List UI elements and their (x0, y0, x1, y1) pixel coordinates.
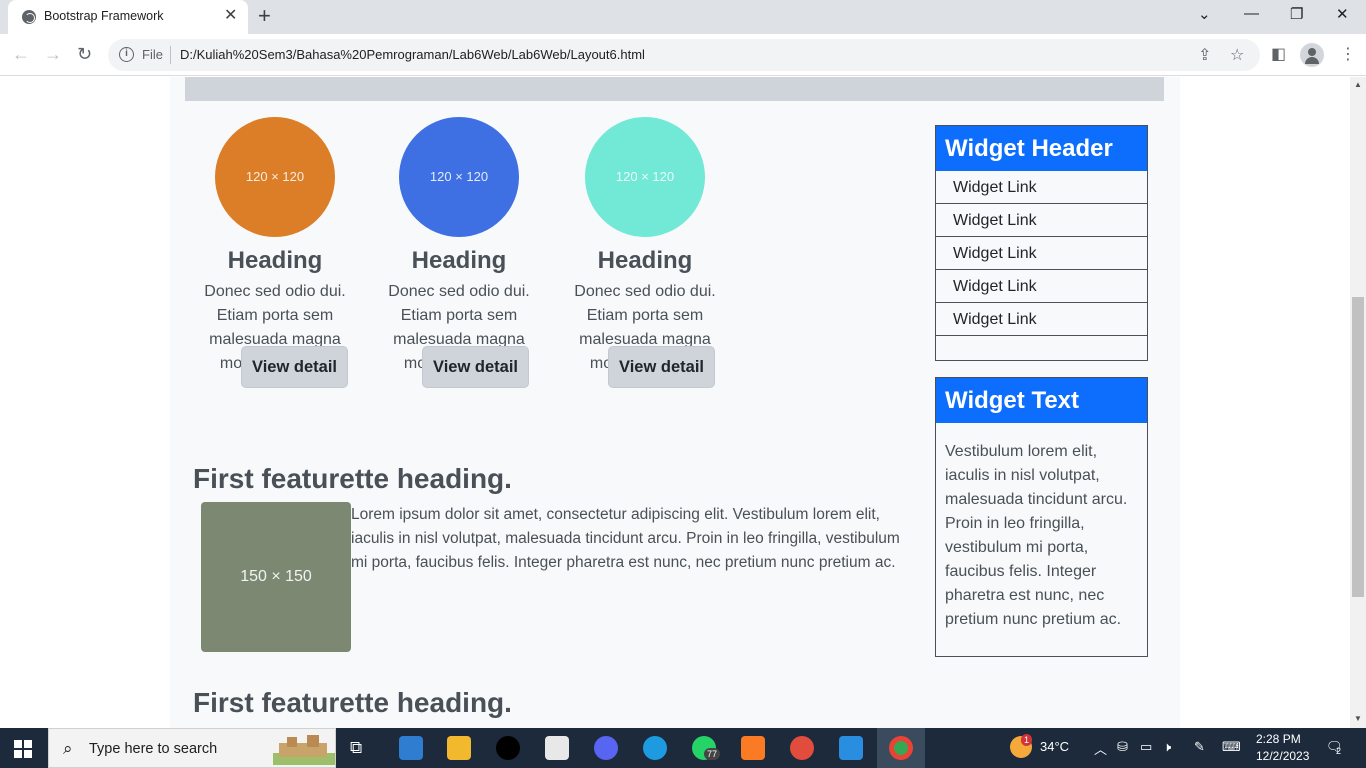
address-bar[interactable]: i File D:/Kuliah%20Sem3/Bahasa%20Pemrogr… (108, 39, 1260, 71)
vscode-icon[interactable] (839, 736, 863, 760)
url-text[interactable]: D:/Kuliah%20Sem3/Bahasa%20Pemrograman/La… (180, 47, 645, 62)
circle-placeholder-image: 120 × 120 (399, 117, 519, 237)
feature-column-2: 120 × 120 Heading Donec sed odio dui. Et… (374, 117, 544, 376)
volume-icon[interactable]: 🕨 (1163, 739, 1171, 755)
notification-count: 2 (1336, 746, 1342, 756)
menu-kebab-icon[interactable]: ⋮ (1340, 44, 1356, 64)
discord-icon[interactable] (594, 736, 618, 760)
widget-text-body: Vestibulum lorem elit, iaculis in nisl v… (945, 443, 1128, 628)
task-view-icon[interactable]: ⧉ (350, 738, 362, 758)
widget-link[interactable]: Widget Link (936, 171, 1147, 204)
search-icon: ⌕ (63, 739, 73, 758)
circle-placeholder-image: 120 × 120 (215, 117, 335, 237)
info-icon[interactable]: i (119, 47, 134, 62)
file-explorer-icon[interactable] (447, 736, 471, 760)
bookmark-star-icon[interactable]: ☆ (1230, 45, 1244, 65)
microsoft-store-icon[interactable] (399, 736, 423, 760)
view-detail-button[interactable]: View detail (422, 346, 529, 388)
minimize-icon[interactable]: — (1244, 5, 1259, 22)
battery-icon[interactable]: ▭ (1140, 739, 1152, 755)
widget-text-title: Widget Text (936, 378, 1147, 423)
clock-date: 12/2/2023 (1256, 749, 1310, 763)
widget-link[interactable]: Widget Link (936, 237, 1147, 270)
search-highlight-illustration (273, 735, 335, 765)
page-container: 120 × 120 Heading Donec sed odio dui. Et… (170, 77, 1180, 728)
widget-link[interactable]: Widget Link (936, 270, 1147, 303)
featurette-placeholder-image: 150 × 150 (201, 502, 351, 652)
omnibox-divider (170, 46, 171, 64)
close-window-icon[interactable]: ✕ (1336, 5, 1349, 23)
share-icon[interactable]: ⇪ (1198, 45, 1211, 65)
xampp-icon[interactable] (741, 736, 765, 760)
profile-avatar-icon[interactable] (1300, 43, 1324, 67)
feature-column-1: 120 × 120 Heading Donec sed odio dui. Et… (190, 117, 360, 376)
widget-link[interactable]: Widget Link (936, 204, 1147, 237)
windows-taskbar: ⌕ Type here to search ⧉ 77 1 34°C ︿ ⛁ ▭ … (0, 728, 1366, 768)
reload-icon[interactable]: ↻ (77, 44, 92, 64)
view-detail-button[interactable]: View detail (608, 346, 715, 388)
whatsapp-badge: 77 (704, 748, 721, 760)
forward-arrow-icon[interactable]: → (44, 44, 62, 64)
windows-start-icon[interactable] (14, 740, 32, 758)
weather-badge: 1 (1021, 734, 1033, 746)
document-app-icon[interactable] (545, 736, 569, 760)
back-arrow-icon[interactable]: ← (12, 44, 30, 64)
widget-header-title: Widget Header (936, 126, 1147, 171)
scrollbar-thumb[interactable] (1352, 297, 1364, 597)
scroll-up-arrow-icon[interactable]: ▲ (1354, 80, 1362, 89)
clock-time: 2:28 PM (1256, 732, 1301, 746)
search-placeholder: Type here to search (89, 741, 218, 757)
browser-tab[interactable]: Bootstrap Framework ✕ (8, 0, 248, 34)
new-tab-button[interactable]: + (258, 4, 271, 28)
featurette-heading: First featurette heading. (193, 463, 512, 494)
pen-icon[interactable]: ✎ (1194, 739, 1205, 755)
featurette-text: Lorem ipsum dolor sit amet, consectetur … (351, 506, 900, 571)
whatsapp-icon[interactable]: 77 (692, 736, 721, 760)
page-viewport: 120 × 120 Heading Donec sed odio dui. Et… (0, 77, 1350, 728)
browser-toolbar: ← → ↻ i File D:/Kuliah%20Sem3/Bahasa%20P… (0, 34, 1366, 76)
system-clock[interactable]: 2:28 PM 12/2/2023 (1256, 731, 1309, 765)
circle-placeholder-image: 120 × 120 (585, 117, 705, 237)
tab-search-icon[interactable]: ⌄ (1198, 5, 1211, 23)
edge-icon[interactable] (643, 736, 667, 760)
feature-heading: Heading (597, 247, 693, 274)
side-panel-icon[interactable]: ◧ (1271, 44, 1286, 64)
featurette-heading-2: First featurette heading. (193, 687, 512, 718)
tiktok-icon[interactable] (496, 736, 520, 760)
taskbar-search-box[interactable]: ⌕ Type here to search (48, 728, 336, 768)
globe-icon (22, 10, 36, 24)
close-tab-icon[interactable]: ✕ (224, 7, 237, 25)
vertical-scrollbar[interactable]: ▲ ▼ (1350, 77, 1366, 728)
tab-title: Bootstrap Framework (44, 9, 164, 23)
widget-links-panel: Widget Header Widget Link Widget Link Wi… (935, 125, 1148, 361)
keyboard-icon[interactable]: ⌨ (1222, 739, 1241, 755)
tab-strip: Bootstrap Framework ✕ + ⌄ — ❐ ✕ (0, 0, 1366, 34)
feature-heading: Heading (227, 247, 323, 274)
chrome-icon[interactable] (889, 736, 913, 760)
view-detail-button[interactable]: View detail (241, 346, 348, 388)
network-icon[interactable]: ⛁ (1117, 739, 1128, 755)
scheme-label: File (142, 47, 163, 62)
feature-column-3: 120 × 120 Heading Donec sed odio dui. Et… (560, 117, 730, 376)
header-banner (185, 77, 1164, 101)
feature-heading: Heading (411, 247, 507, 274)
widget-text-panel: Widget Text Vestibulum lorem elit, iacul… (935, 377, 1148, 657)
tray-chevron-up-icon[interactable]: ︿ (1094, 739, 1107, 758)
restore-icon[interactable]: ❐ (1290, 5, 1303, 23)
temperature-label[interactable]: 34°C (1040, 739, 1069, 754)
chrome-profile-icon[interactable] (790, 736, 814, 760)
scroll-down-arrow-icon[interactable]: ▼ (1354, 714, 1362, 723)
widget-link[interactable]: Widget Link (936, 303, 1147, 336)
